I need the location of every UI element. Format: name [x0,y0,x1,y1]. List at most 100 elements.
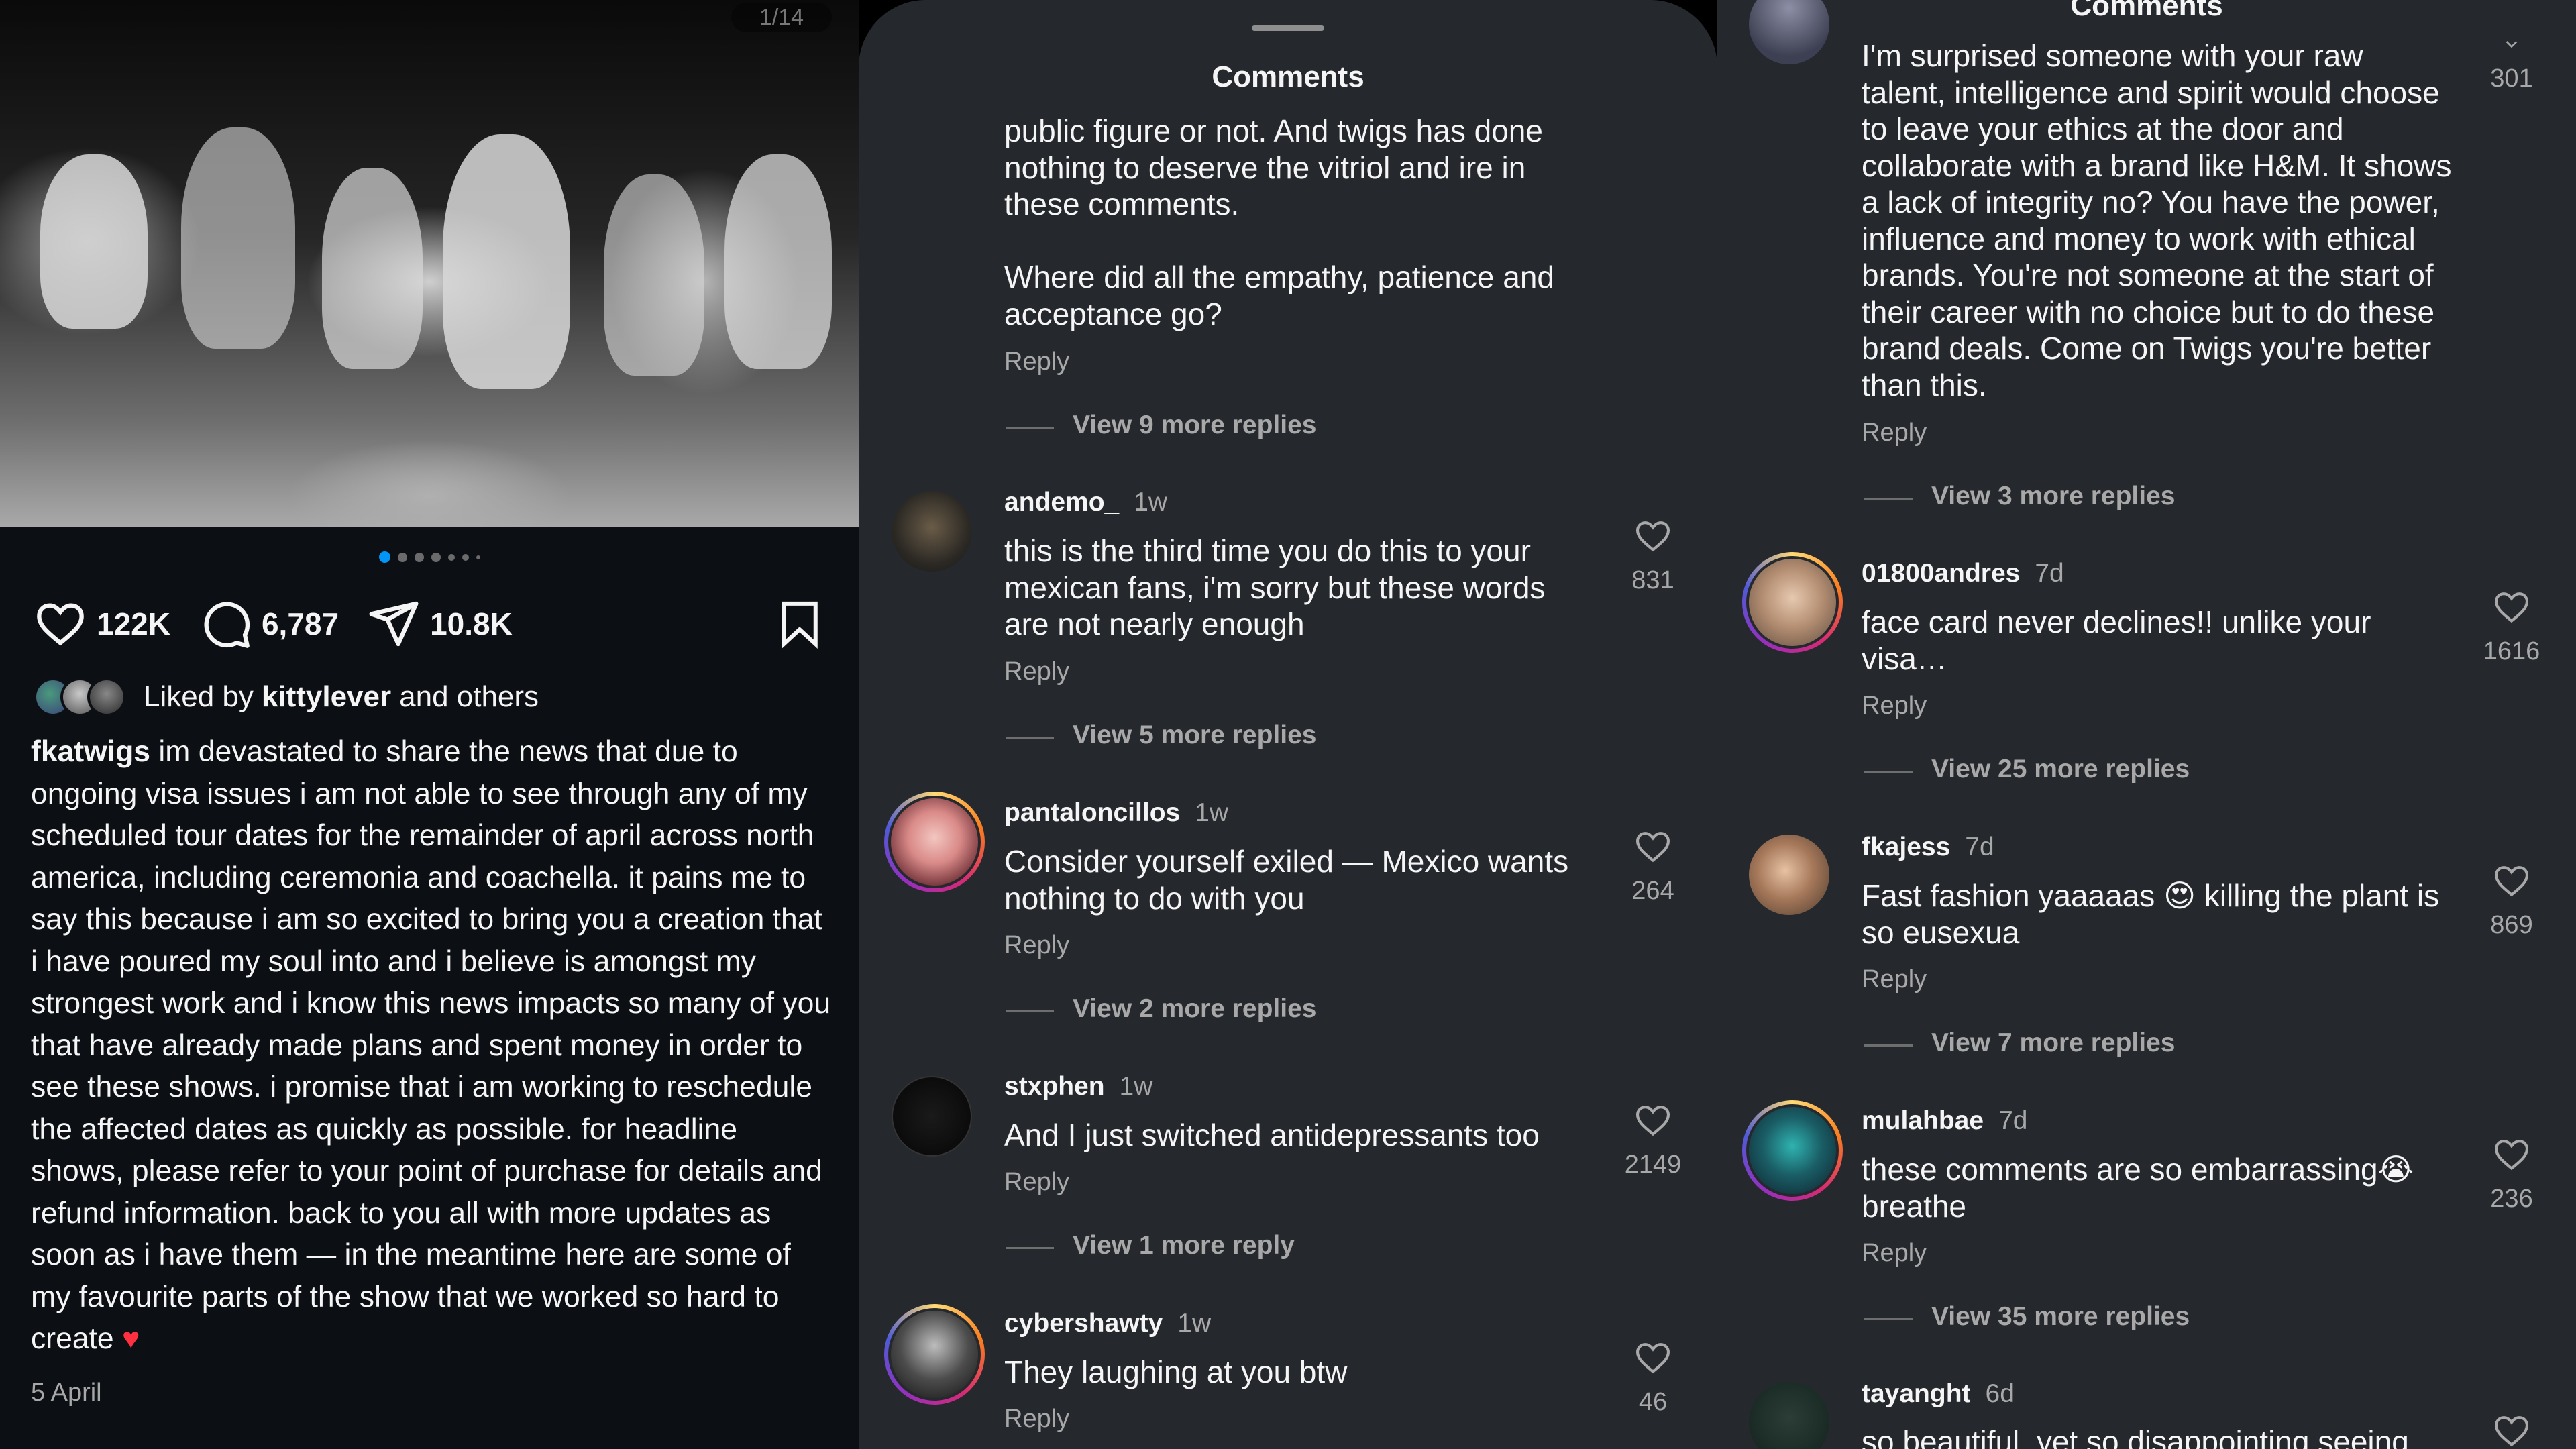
comment-like-count: 831 [1631,566,1674,594]
chevron-down-icon [2506,41,2518,48]
avatar[interactable] [1749,835,1829,915]
comment-time: 1w [1134,488,1168,517]
reply-button[interactable]: Reply [1862,1239,1927,1268]
comment-like-count: 264 [1631,877,1674,905]
view-more-replies[interactable]: View 5 more replies [1005,720,1316,750]
avatar[interactable] [1749,1382,1829,1449]
comment-text: face card never declines!! unlike your v… [1862,604,2371,676]
heart-icon [2494,592,2529,623]
post-photo[interactable]: 1/14 [0,0,859,527]
comment-text: so beautiful, yet so disappointing seein… [1862,1424,2409,1449]
reply-button[interactable]: Reply [1004,347,1069,376]
comment-like-count: 301 [2490,64,2533,93]
comment-like-count: 1616 [2483,637,2540,665]
view-more-replies[interactable]: View 3 more replies [1864,482,2175,511]
comment-button[interactable]: 6,787 [199,597,339,651]
comment-time: 1w [1119,1072,1153,1101]
avatar[interactable] [1749,0,1829,64]
comment-like-button[interactable]: 264 [1613,827,1693,906]
carousel-dots [0,551,859,563]
comment-like-button[interactable]: 869 [2471,861,2552,940]
heart-icon [1635,1106,1670,1136]
comment-text: public figure or not. And twigs has done… [1004,113,1543,221]
comment-username[interactable]: mulahbae 7d [1862,1106,2027,1136]
avatar[interactable] [884,792,985,892]
reply-button[interactable]: Reply [1862,419,1927,447]
reply-button[interactable]: Reply [1862,965,1927,994]
share-count: 10.8K [430,606,513,641]
post-caption: fkatwigs im devastated to share the news… [31,731,836,1360]
comment-like-button[interactable]: 236 [2471,1135,2552,1214]
view-more-replies[interactable]: View 25 more replies [1864,755,2190,784]
liked-by[interactable]: Liked by kittylever and others [34,678,539,716]
liked-by-avatars [34,678,126,716]
comment-username[interactable]: stxphen 1w [1004,1072,1152,1102]
comments-panel-2: Comments I'm surprised someone with your… [1717,0,2576,1449]
bookmark-icon [782,601,818,649]
comment-text: And I just switched antidepressants too [1004,1118,1540,1152]
share-button[interactable]: 10.8K [367,597,513,651]
comment-username[interactable]: 01800andres 7d [1862,559,2064,588]
like-count: 122K [97,606,170,641]
liked-by-user[interactable]: kittylever [262,680,391,714]
heart-icon [1635,1343,1670,1374]
comment-icon [204,602,250,648]
avatar [87,678,126,716]
comment-username[interactable]: tayanght 6d [1862,1379,2015,1409]
comment-text: I'm surprised someone with your raw tale… [1862,38,2452,402]
post-panel: 1/14 122K 6,787 10.8K Liked by kittyleve… [0,0,859,1449]
comment-time: 6d [1985,1379,2015,1408]
comment-count: 6,787 [261,606,339,641]
caption-text: im devastated to share the news that due… [31,735,831,1355]
like-button[interactable]: 122K [34,597,170,651]
sheet-drag-handle[interactable] [1252,25,1324,31]
comment-time: 7d [1965,833,1994,861]
comment-like-button[interactable] [2471,1411,2552,1449]
emoji: 😍 [2163,878,2196,913]
comment-like-button[interactable]: 2149 [1613,1101,1693,1179]
save-button[interactable] [774,597,825,654]
caption-author[interactable]: fkatwigs [31,735,150,768]
send-icon [369,601,419,647]
comment-like-button[interactable]: 1616 [2471,588,2552,666]
liked-by-suffix: and others [399,680,539,713]
avatar[interactable] [892,1076,972,1157]
reply-button[interactable]: Reply [1862,692,1927,720]
view-more-replies[interactable]: View 35 more replies [1864,1302,2190,1332]
heart-icon [2494,1140,2529,1171]
emoji: 😭 [2377,1152,2414,1187]
comment-like-button[interactable]: 831 [1613,517,1693,595]
view-more-replies[interactable]: View 2 more replies [1005,994,1316,1024]
comment-username[interactable]: cybershawty 1w [1004,1309,1211,1338]
comment-like-button[interactable]: 46 [1613,1338,1693,1417]
comment-text: Fast fashion yaaaaas 😍 killing the plant… [1862,878,2440,950]
view-more-replies[interactable]: View 7 more replies [1864,1028,2175,1058]
comment-time: 1w [1177,1309,1212,1338]
reply-button[interactable]: Reply [1004,931,1069,960]
comment-text: Consider yourself exiled — Mexico wants … [1004,844,1569,916]
avatar[interactable] [1742,552,1843,653]
reply-button[interactable]: Reply [1004,657,1069,686]
post-actions: 122K 6,787 10.8K [34,597,825,651]
comments-panel-1: Comments public figure or not. And twigs… [859,0,1717,1449]
comment-username[interactable]: fkajess 7d [1862,833,1994,862]
avatar[interactable] [884,1304,985,1405]
image-counter: 1/14 [731,3,832,32]
comment-like-count: 46 [1638,1388,1668,1416]
comment-like-button[interactable]: 301 [2471,35,2552,93]
comment-time: 7d [2035,559,2064,588]
avatar[interactable] [892,491,972,572]
reply-button[interactable]: Reply [1004,1168,1069,1197]
view-more-replies[interactable]: View 9 more replies [1005,411,1316,440]
view-more-replies[interactable]: View 1 more reply [1006,1231,1295,1260]
comment-time: 7d [1998,1106,2028,1135]
sheet-title: Comments [2070,0,2223,22]
comment-username[interactable]: pantaloncillos 1w [1004,798,1228,828]
comment-text: these comments are so embarrassing😭 brea… [1862,1152,2414,1224]
comment-like-count: 236 [2490,1185,2533,1213]
reply-button[interactable]: Reply [1004,1405,1069,1434]
avatar[interactable] [1742,1100,1843,1201]
comment-text: this is the third time you do this to yo… [1004,533,1546,641]
comment-username[interactable]: andemo_ 1w [1004,488,1167,517]
sheet-title: Comments [1212,60,1364,93]
